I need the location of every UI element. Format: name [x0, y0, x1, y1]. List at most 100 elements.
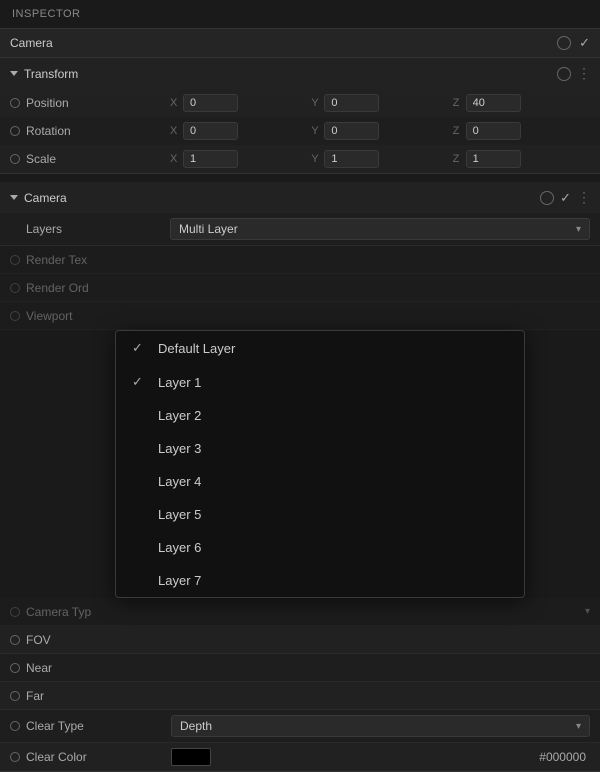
camera-selector-icons: ✓: [557, 35, 590, 51]
far-row: Far: [0, 682, 600, 710]
scale-label-area: Scale: [10, 152, 170, 166]
rotation-values: X Y Z: [170, 122, 590, 140]
camera-header-left: Camera: [10, 191, 67, 205]
transform-title: Transform: [24, 67, 78, 81]
rotation-z-group: Z: [453, 122, 590, 140]
clear-type-label: Clear Type: [26, 719, 171, 733]
camera-section-enable-icon[interactable]: [540, 191, 554, 205]
position-x-input[interactable]: [183, 94, 238, 112]
check-layer1-icon: ✓: [132, 374, 148, 390]
transform-collapse-icon[interactable]: [10, 71, 18, 76]
transform-section-header[interactable]: Transform ⋮: [0, 58, 600, 89]
render-order-dot[interactable]: [10, 283, 20, 293]
position-z-label: Z: [453, 97, 463, 109]
dropdown-item-layer7-label: Layer 7: [158, 573, 201, 588]
render-order-row: Render Ord: [0, 274, 600, 302]
scale-row: Scale X Y Z: [0, 145, 600, 173]
camera-selector-name: Camera: [10, 36, 53, 50]
camera-section-check-icon[interactable]: ✓: [560, 190, 571, 206]
dropdown-item-layer2[interactable]: Layer 2: [116, 399, 524, 432]
dropdown-item-layer3-label: Layer 3: [158, 441, 201, 456]
position-y-label: Y: [311, 97, 321, 109]
scale-z-input[interactable]: [466, 150, 521, 168]
transform-menu-icon[interactable]: ⋮: [577, 65, 590, 82]
transform-section: Transform ⋮ Position X Y Z: [0, 58, 600, 174]
scale-x-input[interactable]: [183, 150, 238, 168]
camera-collapse-icon[interactable]: [10, 195, 18, 200]
rotation-row: Rotation X Y Z: [0, 117, 600, 145]
clear-type-value: Depth: [180, 719, 212, 733]
rotation-x-input[interactable]: [183, 122, 238, 140]
position-label-area: Position: [10, 96, 170, 110]
layers-dropdown-arrow-icon: ▾: [576, 224, 581, 235]
rotation-z-input[interactable]: [466, 122, 521, 140]
dropdown-item-layer7[interactable]: Layer 7: [116, 564, 524, 597]
dropdown-item-layer4-label: Layer 4: [158, 474, 201, 489]
dropdown-item-default-layer[interactable]: ✓ Default Layer: [116, 331, 524, 365]
rotation-y-group: Y: [311, 122, 448, 140]
near-dot[interactable]: [10, 663, 20, 673]
camera-check-icon[interactable]: ✓: [579, 35, 590, 51]
check-default-layer-icon: ✓: [132, 340, 148, 356]
divider-1: [0, 174, 600, 182]
rotation-z-label: Z: [453, 125, 463, 137]
transform-enable-icon[interactable]: [557, 67, 571, 81]
scale-z-group: Z: [453, 150, 590, 168]
scale-y-input[interactable]: [324, 150, 379, 168]
rotation-y-label: Y: [311, 125, 321, 137]
viewport-label: Viewport: [26, 309, 72, 323]
camera-header-right: ✓ ⋮: [540, 189, 590, 206]
clear-color-swatch[interactable]: [171, 748, 211, 766]
camera-section-header[interactable]: Camera ✓ ⋮: [0, 182, 600, 213]
rotation-enable-dot[interactable]: [10, 126, 20, 136]
camera-section-menu-icon[interactable]: ⋮: [577, 189, 590, 206]
far-dot[interactable]: [10, 691, 20, 701]
camera-type-row: Camera Typ ▾: [0, 598, 600, 626]
scale-enable-dot[interactable]: [10, 154, 20, 164]
dropdown-item-layer4[interactable]: Layer 4: [116, 465, 524, 498]
dropdown-item-layer6-label: Layer 6: [158, 540, 201, 555]
camera-section: Camera ✓ ⋮ Layers Multi Layer ▾ Render T…: [0, 182, 600, 772]
near-row: Near: [0, 654, 600, 682]
fov-label: FOV: [26, 633, 51, 647]
position-row: Position X Y Z: [0, 89, 600, 117]
near-label: Near: [26, 661, 52, 675]
position-values: X Y Z: [170, 94, 590, 112]
dropdown-item-layer3[interactable]: Layer 3: [116, 432, 524, 465]
clear-type-dropdown[interactable]: Depth ▾: [171, 715, 590, 737]
position-z-input[interactable]: [466, 94, 521, 112]
scale-y-group: Y: [311, 150, 448, 168]
dropdown-item-layer5[interactable]: Layer 5: [116, 498, 524, 531]
position-y-input[interactable]: [324, 94, 379, 112]
position-x-group: X: [170, 94, 307, 112]
fov-row: FOV: [0, 626, 600, 654]
camera-section-title: Camera: [24, 191, 67, 205]
rotation-y-input[interactable]: [324, 122, 379, 140]
camera-selector[interactable]: Camera ✓: [0, 29, 600, 58]
layers-dropdown[interactable]: Multi Layer ▾: [170, 218, 590, 240]
scale-y-label: Y: [311, 153, 321, 165]
layers-dropdown-menu[interactable]: ✓ Default Layer ✓ Layer 1 Layer 2 Layer …: [115, 330, 525, 598]
clear-color-label: Clear Color: [26, 750, 171, 764]
rotation-label-area: Rotation: [10, 124, 170, 138]
camera-enable-icon[interactable]: [557, 36, 571, 50]
dropdown-item-layer2-label: Layer 2: [158, 408, 201, 423]
position-x-label: X: [170, 97, 180, 109]
scale-values: X Y Z: [170, 150, 590, 168]
scale-z-label: Z: [453, 153, 463, 165]
dropdown-item-layer6[interactable]: Layer 6: [116, 531, 524, 564]
layers-dropdown-value: Multi Layer: [179, 222, 238, 236]
fov-dot[interactable]: [10, 635, 20, 645]
position-enable-dot[interactable]: [10, 98, 20, 108]
viewport-row: Viewport: [0, 302, 600, 330]
inspector-title: INSPECTOR: [12, 8, 80, 20]
render-texture-dot[interactable]: [10, 255, 20, 265]
render-texture-row: Render Tex: [0, 246, 600, 274]
clear-color-dot[interactable]: [10, 752, 20, 762]
position-y-group: Y: [311, 94, 448, 112]
render-order-label: Render Ord: [26, 281, 89, 295]
viewport-dot[interactable]: [10, 311, 20, 321]
dropdown-item-layer1[interactable]: ✓ Layer 1: [116, 365, 524, 399]
camera-type-dot[interactable]: [10, 607, 20, 617]
camera-type-dropdown-arrow-icon: ▾: [585, 606, 590, 617]
